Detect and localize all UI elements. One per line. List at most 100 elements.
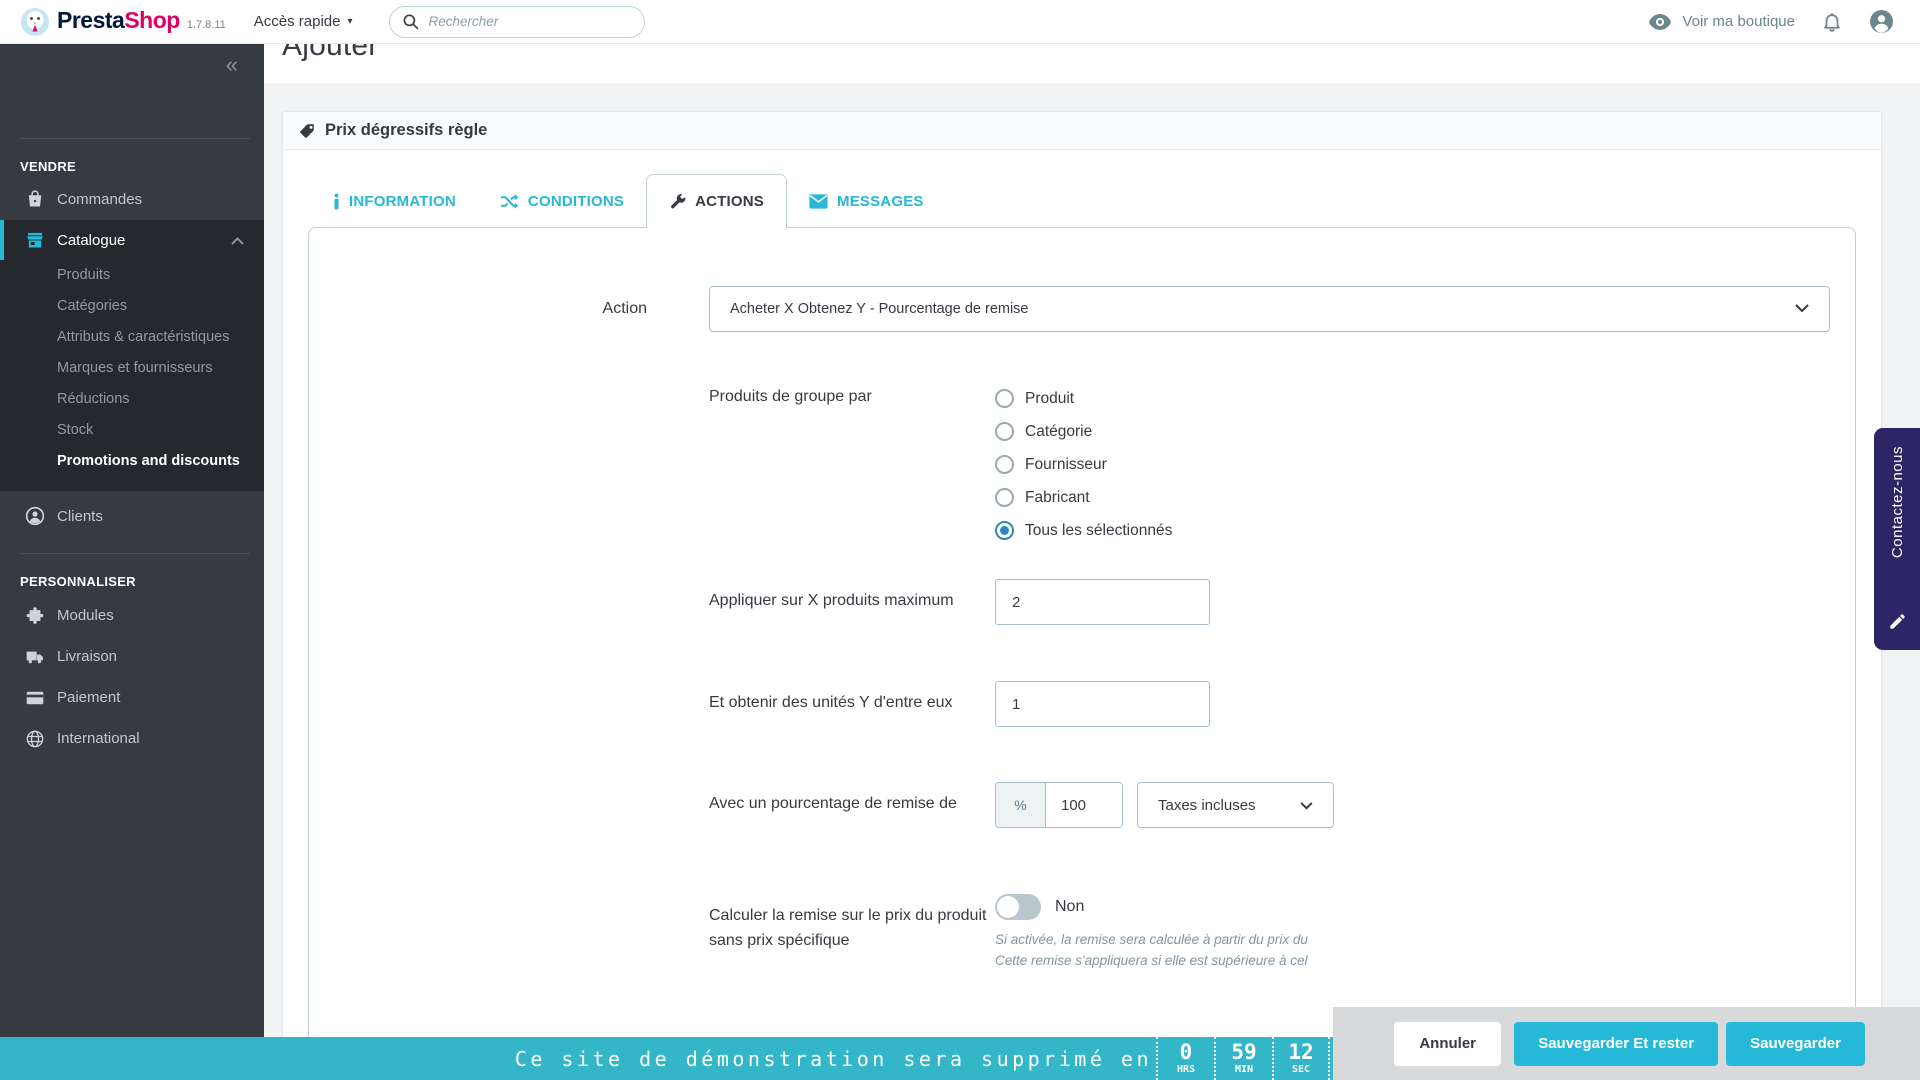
sidebar-item-attributs[interactable]: Attributs & caractéristiques xyxy=(0,322,264,353)
action-select-value: Acheter X Obtenez Y - Pourcentage de rem… xyxy=(730,301,1029,317)
sidebar-item-stock[interactable]: Stock xyxy=(0,415,264,446)
eye-icon xyxy=(1648,13,1672,31)
sidebar-item-reductions[interactable]: Réductions xyxy=(0,384,264,415)
chevron-down-icon xyxy=(1795,301,1809,317)
puzzle-icon xyxy=(25,606,45,626)
reduction-hint: Si activée, la remise sera calculée à pa… xyxy=(995,930,1308,972)
sidebar: « VENDRE Commandes Catalogue xyxy=(0,44,264,1080)
main-area: Catalogue / Promotions and discounts Ajo… xyxy=(264,0,1920,1080)
reduction-toggle-label: Calculer la remise sur le prix du produi… xyxy=(709,894,995,953)
contact-us-label: Contactez-nous xyxy=(1889,446,1906,558)
sidebar-item-catalogue[interactable]: Catalogue xyxy=(0,220,264,260)
actions-tab-content: Action Acheter X Obtenez Y - Pourcentage… xyxy=(308,227,1856,1080)
action-label: Action xyxy=(339,300,647,318)
discount-label: Avec un pourcentage de remise de xyxy=(709,782,995,816)
sidebar-item-livraison[interactable]: Livraison xyxy=(0,636,264,677)
search-icon xyxy=(402,13,420,31)
toggle-state-label: Non xyxy=(1055,898,1084,916)
sidebar-collapse-button[interactable]: « xyxy=(226,52,238,78)
tab-actions[interactable]: ACTIONS xyxy=(646,174,787,228)
tab-bar: INFORMATION xyxy=(308,174,1856,228)
toggle-knob xyxy=(997,896,1019,918)
radio-tous-selectionnes[interactable]: Tous les sélectionnés xyxy=(995,514,1172,547)
max-products-input[interactable] xyxy=(995,579,1210,625)
form-actions-toolbar: Annuler Sauvegarder Et rester Sauvegarde… xyxy=(1333,1007,1920,1080)
sidebar-item-categories[interactable]: Catégories xyxy=(0,291,264,322)
discount-input-group: % xyxy=(995,782,1123,828)
save-button[interactable]: Sauvegarder xyxy=(1726,1022,1865,1066)
avatar-icon xyxy=(1869,9,1894,34)
chevron-down-icon xyxy=(1300,797,1313,814)
envelope-icon xyxy=(809,194,828,209)
action-select[interactable]: Acheter X Obtenez Y - Pourcentage de rem… xyxy=(709,286,1830,332)
sidebar-divider xyxy=(20,138,250,139)
tab-conditions[interactable]: CONDITIONS xyxy=(478,174,646,228)
group-by-label: Produits de groupe par xyxy=(709,382,995,409)
tax-select-value: Taxes incluses xyxy=(1158,797,1256,814)
bell-icon xyxy=(1821,11,1843,33)
panel-header: Prix dégressifs règle xyxy=(283,112,1881,150)
radio-circle xyxy=(995,455,1014,474)
sidebar-divider xyxy=(20,553,250,554)
radio-circle xyxy=(995,521,1014,540)
version-label: 1.7.8.11 xyxy=(187,19,226,31)
sidebar-section-vendre: VENDRE xyxy=(20,159,264,174)
reduction-toggle-switch[interactable] xyxy=(995,894,1041,920)
demo-message: Ce site de démonstration sera supprimé e… xyxy=(515,1047,1152,1071)
clients-person-icon xyxy=(25,506,45,526)
account-menu-button[interactable] xyxy=(1869,9,1894,34)
sidebar-item-commandes[interactable]: Commandes xyxy=(0,180,264,218)
tax-select[interactable]: Taxes incluses xyxy=(1137,782,1334,828)
search-input[interactable] xyxy=(429,14,619,29)
sidebar-item-international[interactable]: International xyxy=(0,718,264,759)
orders-bag-icon xyxy=(25,189,45,209)
sidebar-group-catalogue: Catalogue Produits Catégories Attributs … xyxy=(0,220,264,491)
view-shop-link[interactable]: Voir ma boutique xyxy=(1648,13,1795,31)
radio-fournisseur[interactable]: Fournisseur xyxy=(995,448,1172,481)
radio-circle xyxy=(995,422,1014,441)
sidebar-item-promotions[interactable]: Promotions and discounts xyxy=(0,446,264,477)
radio-categorie[interactable]: Catégorie xyxy=(995,415,1172,448)
store-icon xyxy=(25,230,45,250)
sidebar-item-modules[interactable]: Modules xyxy=(0,595,264,636)
global-search[interactable] xyxy=(389,6,645,38)
radio-produit[interactable]: Produit xyxy=(995,382,1172,415)
countdown-minutes: 59 MIN xyxy=(1214,1037,1272,1080)
sidebar-item-produits[interactable]: Produits xyxy=(0,260,264,291)
content-area: Prix dégressifs règle INFORMATION xyxy=(264,83,1920,1080)
sidebar-item-paiement[interactable]: Paiement xyxy=(0,677,264,718)
price-rule-panel: Prix dégressifs règle INFORMATION xyxy=(282,111,1882,1080)
discount-input[interactable] xyxy=(1046,783,1122,827)
notifications-button[interactable] xyxy=(1821,11,1843,33)
quick-access-menu[interactable]: Accès rapide ▾ xyxy=(254,13,353,30)
panel-title: Prix dégressifs règle xyxy=(325,121,487,140)
contact-us-tab[interactable]: Contactez-nous xyxy=(1874,428,1920,650)
cancel-button[interactable]: Annuler xyxy=(1394,1022,1501,1066)
sidebar-section-personnaliser: PERSONNALISER xyxy=(20,574,264,589)
brand-presta: Presta xyxy=(57,7,124,33)
radio-fabricant[interactable]: Fabricant xyxy=(995,481,1172,514)
prestashop-logo-icon xyxy=(20,7,50,37)
pencil-icon xyxy=(1888,612,1907,636)
radio-circle xyxy=(995,488,1014,507)
info-icon xyxy=(333,193,340,210)
tab-information[interactable]: INFORMATION xyxy=(311,174,478,228)
chevron-up-icon xyxy=(231,232,244,249)
percent-addon: % xyxy=(996,783,1046,827)
prestashop-brand[interactable]: PrestaShop 1.7.8.11 xyxy=(20,7,226,37)
countdown-hours: 0 HRS xyxy=(1156,1037,1214,1080)
globe-icon xyxy=(25,729,45,749)
free-units-input[interactable] xyxy=(995,681,1210,727)
save-and-stay-button[interactable]: Sauvegarder Et rester xyxy=(1514,1022,1718,1066)
credit-card-icon xyxy=(25,688,45,708)
countdown-seconds: 12 SEC xyxy=(1272,1037,1330,1080)
tag-icon xyxy=(298,122,316,140)
view-shop-label: Voir ma boutique xyxy=(1682,13,1795,30)
tab-messages[interactable]: MESSAGES xyxy=(787,174,946,228)
sidebar-item-clients[interactable]: Clients xyxy=(0,497,264,535)
brand-shop: Shop xyxy=(124,7,180,33)
chevron-down-icon: ▾ xyxy=(348,16,353,27)
top-header: PrestaShop 1.7.8.11 Accès rapide ▾ Voir … xyxy=(0,0,1920,44)
sidebar-item-marques[interactable]: Marques et fournisseurs xyxy=(0,353,264,384)
shuffle-icon xyxy=(500,193,519,210)
